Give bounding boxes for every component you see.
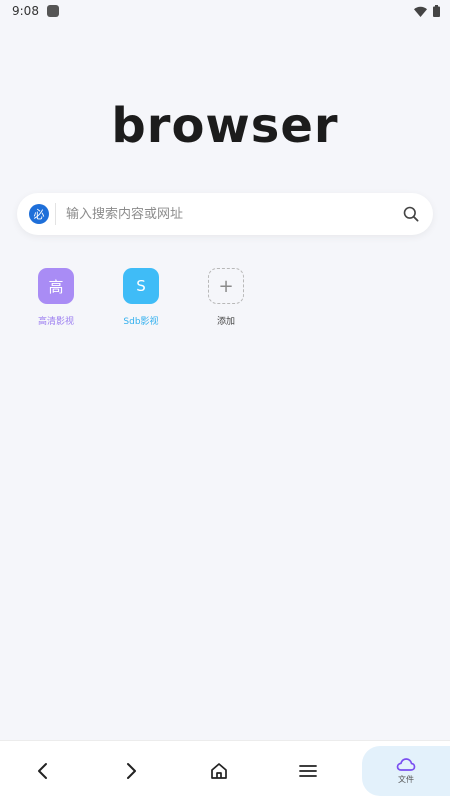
shortcut-add[interactable]: + 添加	[196, 268, 256, 327]
search-engine-icon[interactable]: 必	[29, 204, 49, 224]
status-bar: 9:08	[0, 0, 450, 22]
shortcut-label: Sdb影视	[123, 317, 159, 327]
notification-icon	[46, 5, 59, 17]
shortcut-label: 添加	[216, 317, 235, 327]
back-button[interactable]	[18, 741, 68, 800]
browser-home-screen: 9:08 browser 必 高 高清影视	[0, 0, 450, 800]
search-icon[interactable]	[401, 204, 421, 224]
add-shortcut-button[interactable]: +	[208, 268, 244, 304]
files-button[interactable]: 文件	[362, 746, 450, 796]
home-button[interactable]	[194, 741, 244, 800]
home-icon	[211, 763, 227, 779]
cloud-icon	[396, 758, 416, 771]
search-input[interactable]	[66, 194, 401, 234]
menu-button[interactable]	[283, 741, 333, 800]
wifi-icon	[414, 6, 427, 17]
shortcut-label: 高清影视	[37, 317, 74, 327]
browser-logo: browser	[111, 98, 339, 154]
bottom-nav: 文件	[0, 740, 450, 800]
shortcut-grid: 高 高清影视 S Sdb影视 + 添加	[26, 268, 281, 327]
status-left: 9:08	[12, 4, 59, 18]
shortcut-gaoqing[interactable]: 高 高清影视	[26, 268, 86, 327]
status-time: 9:08	[12, 4, 39, 18]
chevron-left-icon	[38, 763, 47, 779]
menu-icon	[299, 765, 317, 777]
search-bar[interactable]: 必	[17, 193, 433, 235]
shortcut-sdb[interactable]: S Sdb影视	[111, 268, 171, 327]
shortcut-tile[interactable]: 高	[38, 268, 74, 304]
chevron-right-icon	[127, 763, 136, 779]
shortcut-tile[interactable]: S	[123, 268, 159, 304]
status-right	[414, 5, 440, 17]
search-divider	[55, 203, 56, 225]
forward-button[interactable]	[106, 741, 156, 800]
files-label: 文件	[398, 775, 414, 784]
battery-icon	[433, 5, 440, 17]
